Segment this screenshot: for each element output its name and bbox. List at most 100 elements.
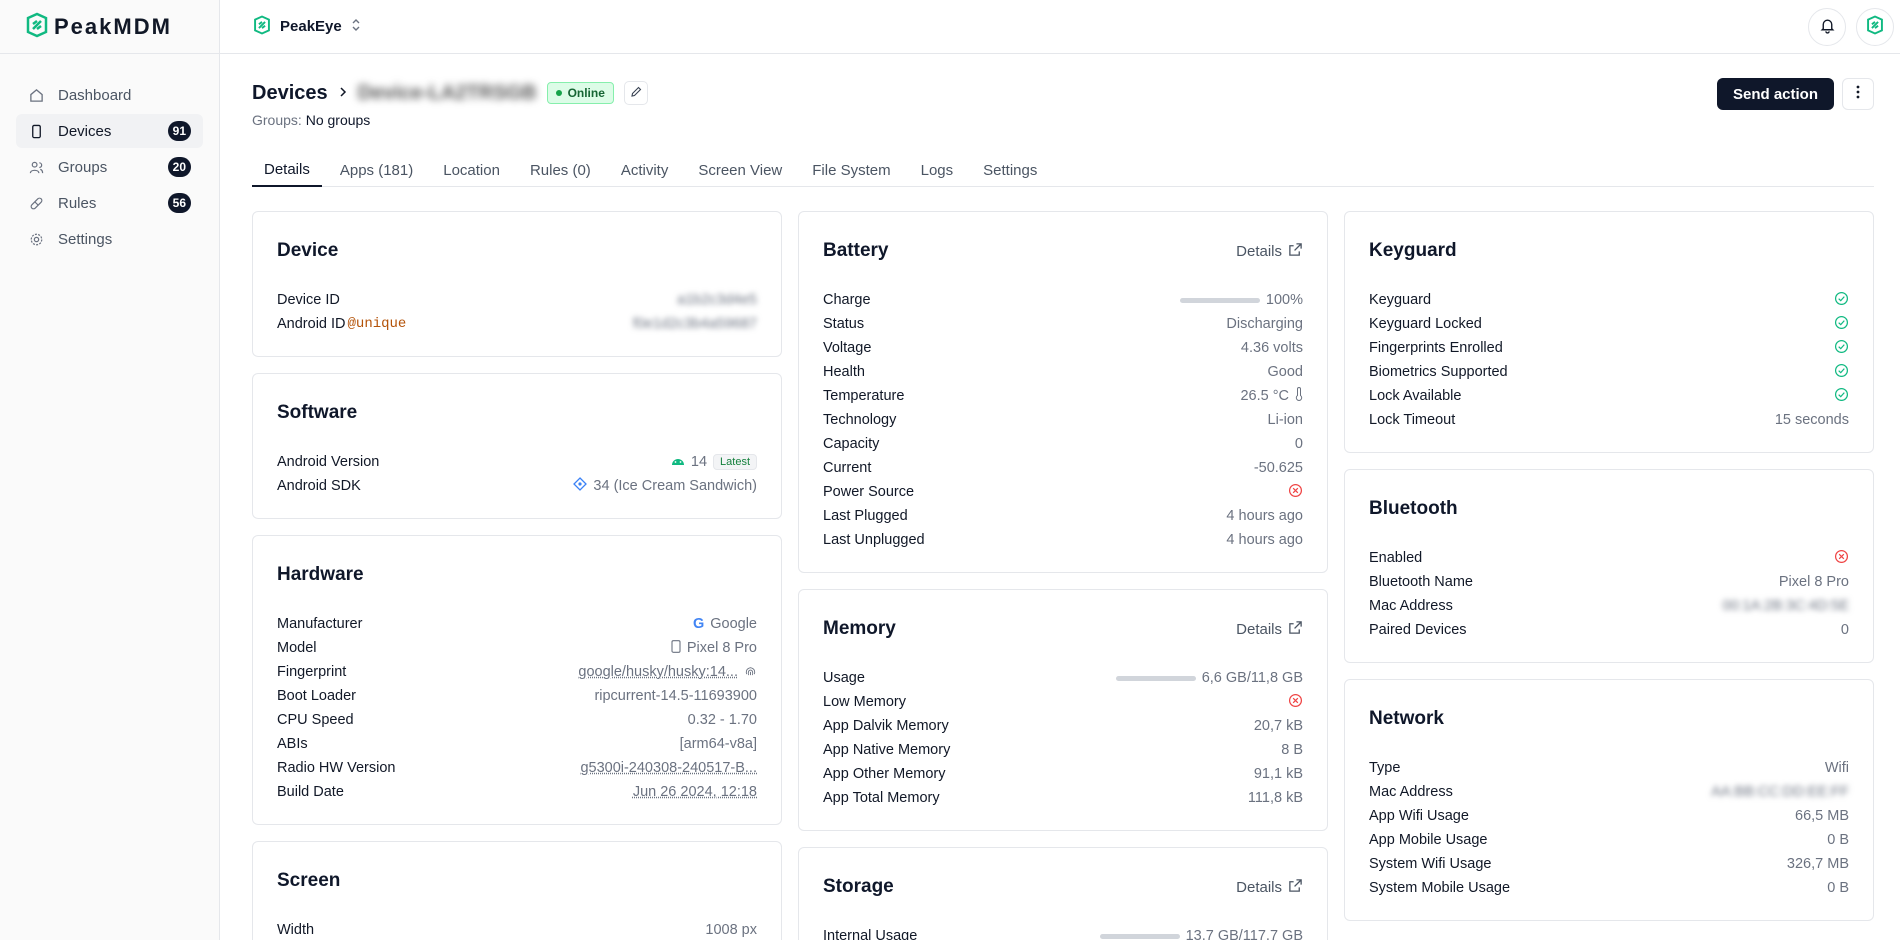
row-value: 111,8 kB	[1247, 790, 1303, 806]
row-label: Last Unplugged	[823, 532, 925, 548]
gear-icon	[28, 231, 44, 247]
row-label: Voltage	[823, 340, 872, 356]
row-label: Build Date	[277, 784, 344, 800]
row-label: Biometrics Supported	[1369, 364, 1508, 380]
row-value: AA:BB:CC:DD:EE:FF	[1711, 784, 1849, 800]
network-mac-row: Mac Address AA:BB:CC:DD:EE:FF	[1369, 780, 1849, 804]
sidebar: PeakMDM Dashboard Devices 91 Groups 20 R…	[0, 0, 220, 940]
home-icon	[28, 87, 44, 103]
more-vertical-icon	[1856, 85, 1860, 103]
row-label: Low Memory	[823, 694, 906, 710]
status-dot-icon	[555, 90, 562, 96]
row-value: 4.36 volts	[1240, 340, 1303, 356]
more-options-button[interactable]	[1842, 78, 1874, 110]
row-label: Android SDK	[277, 478, 361, 494]
manufacturer-row: Manufacturer G Google	[277, 612, 757, 636]
card-title: Keyguard	[1369, 240, 1457, 261]
org-switcher[interactable]: PeakEye	[252, 14, 362, 39]
android-icon	[671, 454, 685, 470]
column-middle: Battery Details Charge 100% Status Discha…	[798, 211, 1328, 940]
check-circle-icon	[1834, 363, 1849, 382]
type-row: Type Wifi	[1369, 756, 1849, 780]
row-value: 13,7 GB/117,7 GB	[1185, 928, 1303, 940]
smartphone-icon	[28, 123, 44, 139]
keyguard-locked-row: Keyguard Locked	[1369, 312, 1849, 336]
tab-rules[interactable]: Rules (0)	[518, 154, 603, 187]
row-value: 4 hours ago	[1226, 532, 1303, 548]
fingerprint-value[interactable]: google/husky/husky:14...	[578, 664, 738, 680]
screen-card: Screen Width 1008 px	[252, 841, 782, 940]
device-card: Device Device ID a1b2c3d4e5 Android ID @…	[252, 211, 782, 357]
row-label: Radio HW Version	[277, 760, 396, 776]
count-badge: 20	[167, 157, 191, 177]
device-name: Device-LA2TRSGB	[357, 81, 537, 104]
row-value: 0	[1840, 622, 1849, 638]
breadcrumb: Devices Device-LA2TRSGB Online	[252, 80, 1874, 106]
storage-details-link[interactable]: Details	[1236, 878, 1303, 897]
row-label: Keyguard Locked	[1369, 316, 1482, 332]
sidebar-item-dashboard[interactable]: Dashboard	[16, 78, 203, 112]
row-value: 4 hours ago	[1226, 508, 1303, 524]
last-unplugged-row: Last Unplugged 4 hours ago	[823, 528, 1303, 552]
groups-value: No groups	[305, 112, 371, 128]
enabled-row: Enabled	[1369, 546, 1849, 570]
tab-file-system[interactable]: File System	[800, 154, 902, 187]
power-source-row: Power Source	[823, 480, 1303, 504]
row-value: -50.625	[1253, 460, 1303, 476]
android-version-value: 14	[690, 454, 708, 470]
brand[interactable]: PeakMDM	[0, 0, 219, 54]
memory-details-link[interactable]: Details	[1236, 620, 1303, 639]
card-title: Screen	[277, 870, 341, 891]
voltage-row: Voltage 4.36 volts	[823, 336, 1303, 360]
row-label: App Dalvik Memory	[823, 718, 949, 734]
sidebar-item-devices[interactable]: Devices 91	[16, 114, 203, 148]
bluetooth-card: Bluetooth Enabled Bluetooth Name Pixel 8 …	[1344, 469, 1874, 663]
row-label: App Other Memory	[823, 766, 946, 782]
network-card: Network Type Wifi Mac Address AA:BB:CC:DD:…	[1344, 679, 1874, 921]
row-value: Pixel 8 Pro	[1778, 574, 1849, 590]
tab-details[interactable]: Details	[252, 154, 322, 187]
row-label: Model	[277, 640, 317, 656]
internal-usage-row: Internal Usage 13,7 GB/117,7 GB	[823, 924, 1303, 940]
row-label: Bluetooth Name	[1369, 574, 1473, 590]
tab-logs[interactable]: Logs	[909, 154, 966, 187]
app-dalvik-row: App Dalvik Memory 20,7 kB	[823, 714, 1303, 738]
sidebar-item-rules[interactable]: Rules 56	[16, 186, 203, 220]
tab-settings[interactable]: Settings	[971, 154, 1049, 187]
breadcrumb-devices-link[interactable]: Devices	[252, 82, 328, 105]
brand-name: PeakMDM	[54, 13, 172, 39]
sidebar-item-settings[interactable]: Settings	[16, 222, 203, 256]
notifications-button[interactable]	[1808, 8, 1846, 46]
sidebar-item-groups[interactable]: Groups 20	[16, 150, 203, 184]
sdk-icon	[573, 477, 588, 495]
row-label: Last Plugged	[823, 508, 908, 524]
send-action-button[interactable]: Send action	[1716, 78, 1834, 110]
last-plugged-row: Last Plugged 4 hours ago	[823, 504, 1303, 528]
edit-name-button[interactable]	[623, 81, 648, 105]
row-label: Paired Devices	[1369, 622, 1467, 638]
unique-tag: @unique	[347, 316, 407, 332]
row-label: Boot Loader	[277, 688, 357, 704]
battery-details-link[interactable]: Details	[1236, 242, 1303, 261]
status-text: Online	[567, 86, 605, 100]
row-value: 0	[1294, 436, 1303, 452]
width-row: Width 1008 px	[277, 918, 757, 940]
avatar-logo-icon	[1865, 15, 1885, 39]
card-title: Bluetooth	[1369, 498, 1458, 519]
external-link-icon	[1288, 242, 1303, 261]
card-title: Battery	[823, 240, 889, 261]
app-mobile-usage-row: App Mobile Usage 0 B	[1369, 828, 1849, 852]
tab-apps[interactable]: Apps (181)	[328, 154, 425, 187]
account-button[interactable]	[1856, 8, 1894, 46]
tab-screen-view[interactable]: Screen View	[686, 154, 794, 187]
row-value: 0 B	[1827, 832, 1849, 848]
tab-location[interactable]: Location	[431, 154, 512, 187]
android-id-row: Android ID @unique f0e1d2c3b4a59687	[277, 312, 757, 336]
row-value: 66,5 MB	[1795, 808, 1849, 824]
row-label: System Wifi Usage	[1369, 856, 1492, 872]
row-value: 8 B	[1281, 742, 1303, 758]
tab-activity[interactable]: Activity	[609, 154, 681, 187]
fingerprint-row: Fingerprint google/husky/husky:14...	[277, 660, 757, 684]
row-value[interactable]: g5300i-240308-240517-B...	[580, 760, 757, 776]
row-value[interactable]: Jun 26 2024, 12:18	[633, 784, 757, 800]
